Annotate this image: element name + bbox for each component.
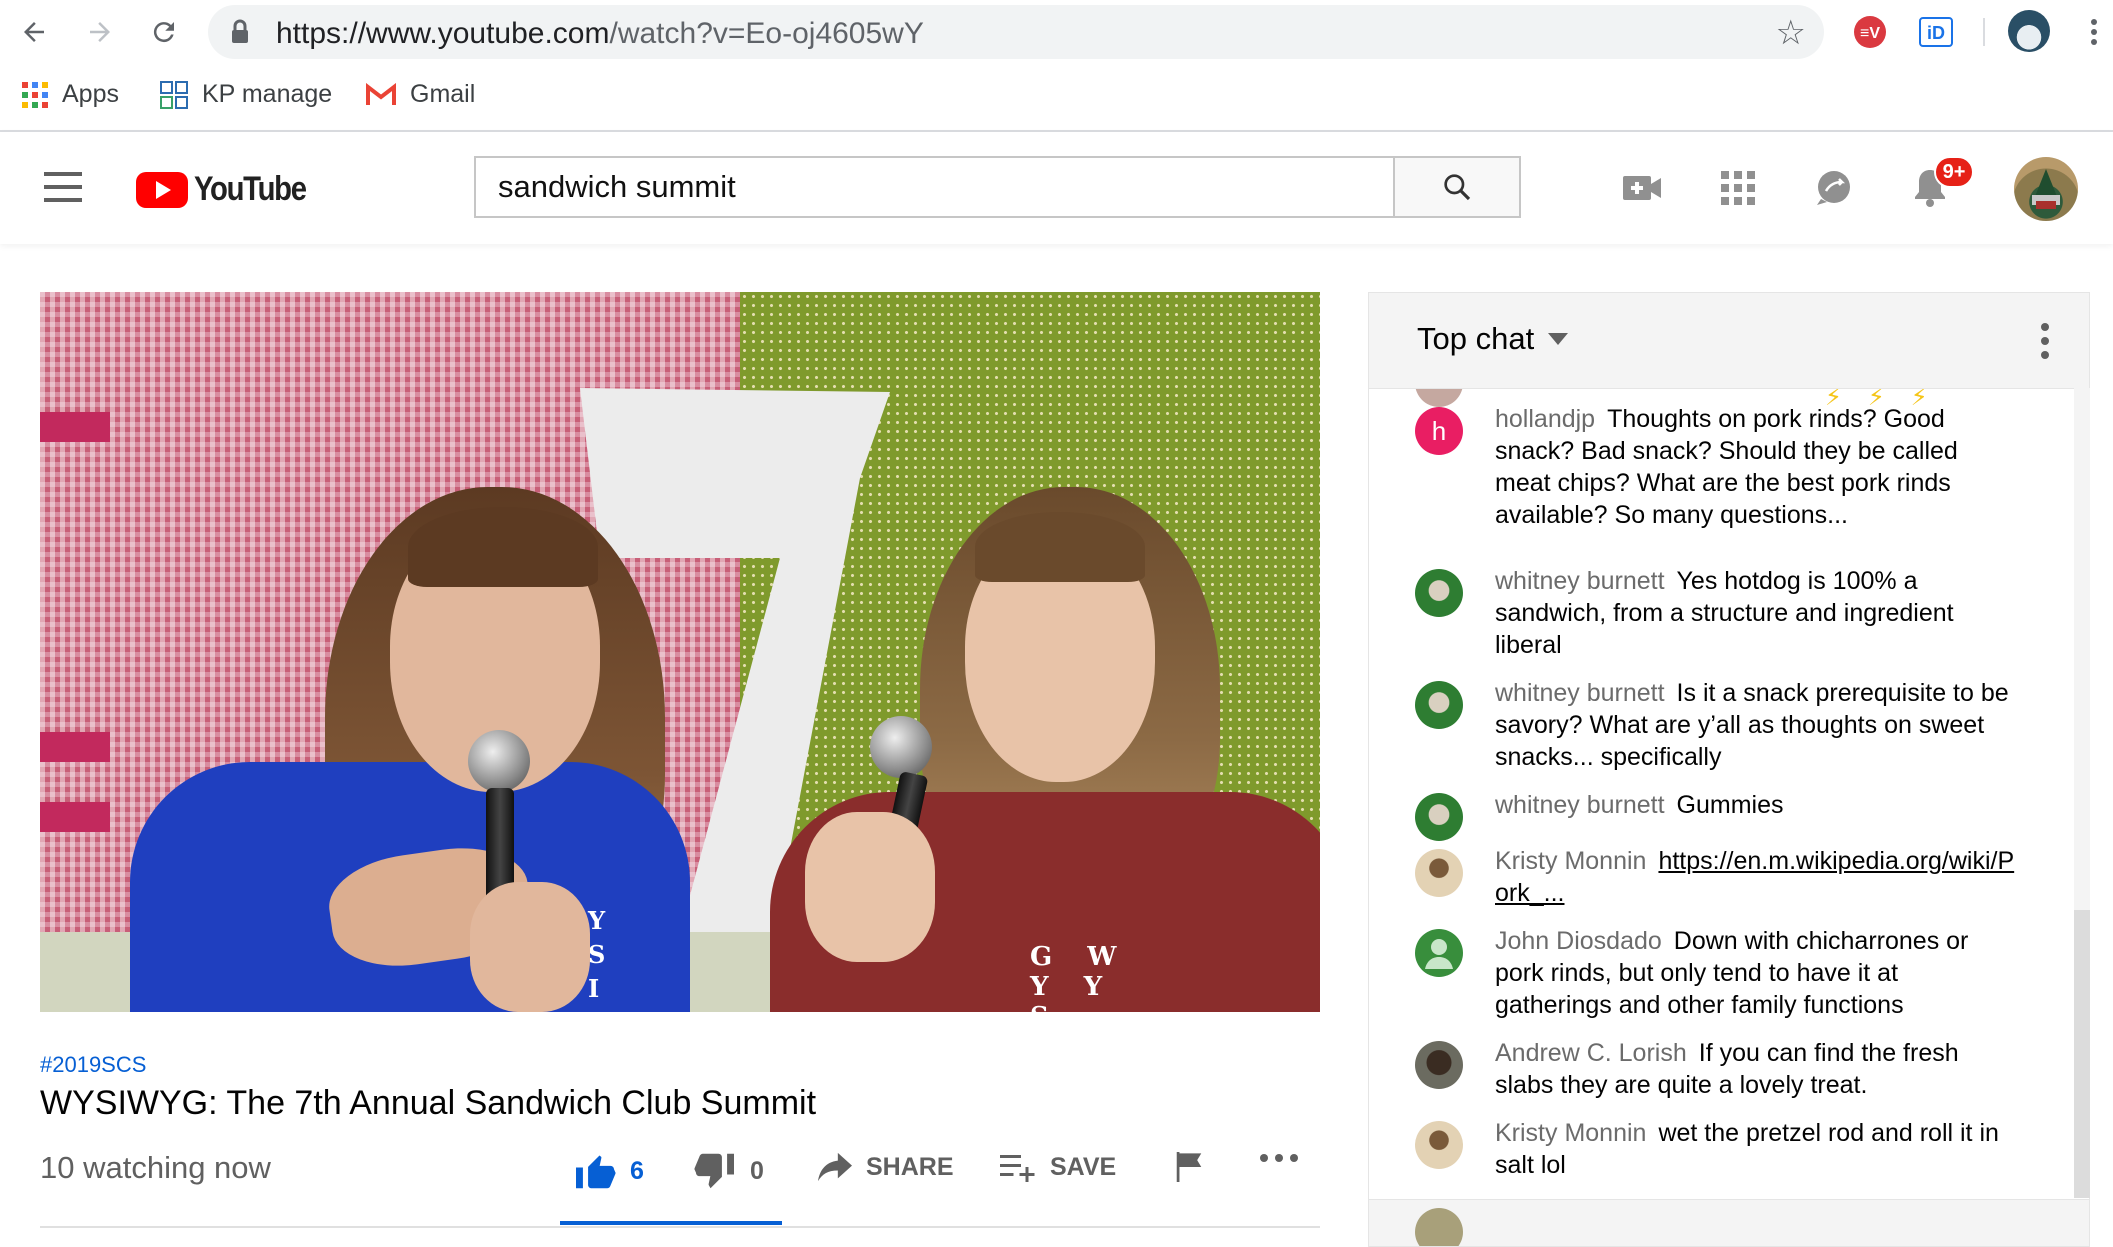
youtube-logo[interactable]: YouTube [136,170,324,209]
apps-icon[interactable] [1716,166,1760,210]
more-actions-button[interactable] [1258,1152,1300,1164]
chat-mode-dropdown[interactable]: Top chat [1417,321,1569,357]
guide-menu-icon[interactable] [44,172,82,202]
youtube-play-icon [136,171,188,208]
chat-author[interactable]: Andrew C. Lorish [1495,1039,1687,1067]
bookmark-label: KP manage [202,80,333,108]
notification-count-badge: 9+ [1934,156,1974,188]
logo-wordmark: YouTube [194,170,307,208]
chevron-down-icon [1548,333,1569,345]
more-horizontal-icon [1260,1154,1298,1162]
chat-mode-label: Top chat [1417,321,1535,356]
bookmark-label: Apps [62,80,119,108]
like-button[interactable]: 6 [574,1152,644,1190]
browser-menu-icon[interactable] [2076,14,2112,50]
youtube-masthead: YouTube [0,132,2113,244]
dislike-count: 0 [750,1156,764,1185]
account-avatar[interactable] [2014,157,2078,221]
chat-avatar [1415,849,1463,897]
express-vpn-extension-icon[interactable]: ≡V [1852,14,1888,50]
video-hashtag[interactable]: #2019SCS [40,1052,146,1078]
tape-strip [40,412,110,442]
bookmarks-bar: Apps KP manage Gmail [0,64,2113,132]
browser-toolbar: https://www.youtube.com/watch?v=Eo-oj460… [0,0,2113,64]
like-sentiment-bar [560,1221,782,1225]
profile-avatar[interactable] [2008,10,2050,52]
address-bar[interactable]: https://www.youtube.com/watch?v=Eo-oj460… [208,5,1824,59]
thumbs-down-icon [694,1153,734,1189]
forward-arrow-icon[interactable] [80,12,120,52]
search-icon [1444,174,1471,201]
chat-avatar [1415,1041,1463,1089]
chat-author[interactable]: Kristy Monnin [1495,847,1646,875]
create-video-icon[interactable] [1620,166,1664,210]
chat-messages-list[interactable]: ⚡⚡⚡ h hollandjp Thoughts on pork rinds? G… [1369,389,2075,1199]
chat-avatar [1415,1208,1463,1246]
report-button[interactable] [1176,1152,1202,1182]
chat-avatar [1415,793,1463,841]
video-title: WYSIWYG: The 7th Annual Sandwich Club Su… [40,1084,817,1122]
lock-icon [230,19,250,50]
chat-avatar [1415,389,1463,407]
flag-icon [1176,1152,1202,1182]
search-field[interactable] [474,156,1394,218]
default-user-icon [1425,939,1453,969]
chat-scrollbar-thumb[interactable] [2074,910,2090,1198]
save-label: SAVE [1050,1152,1117,1181]
back-arrow-icon[interactable] [14,12,54,52]
apps-grid-icon [22,81,48,108]
live-chat-panel: Top chat ⚡⚡⚡ h hollandjp Thoughts on pork… [1368,292,2090,1247]
add-to-playlist-icon [1000,1155,1035,1182]
chat-author[interactable]: John Diosdado [1495,927,1662,955]
bookmark-kp-manage[interactable]: KP manage [160,80,332,109]
chat-text: Gummies [1676,791,1784,819]
share-label: SHARE [866,1152,954,1181]
chat-avatar [1415,681,1463,729]
search-button[interactable] [1393,156,1521,218]
reload-icon[interactable] [144,12,184,52]
messages-icon[interactable] [1812,166,1856,210]
section-divider [40,1226,1320,1228]
bookmark-label: Gmail [410,80,476,108]
chat-author[interactable]: Kristy Monnin [1495,1119,1646,1147]
tape-strip [40,732,110,762]
bookmark-gmail[interactable]: Gmail [366,80,475,109]
shirt-lettering: Y S I [588,906,612,1003]
chat-header: Top chat [1369,293,2089,389]
svg-text:≡V: ≡V [1860,25,1880,42]
thumbs-up-icon [576,1155,616,1189]
gmail-icon [366,82,396,105]
chat-author[interactable]: whitney burnett [1495,791,1665,819]
id-extension-icon[interactable]: iD [1918,14,1954,50]
like-count: 6 [630,1156,644,1185]
chat-author[interactable]: hollandjp [1495,405,1595,433]
share-arrow-icon [818,1152,852,1182]
chat-avatar [1415,929,1463,977]
search-input[interactable] [476,158,1394,216]
shirt-lettering: G W Y Y S [1030,942,1123,1012]
chat-avatar [1415,1121,1463,1169]
chat-avatar [1415,569,1463,617]
chat-input-area [1369,1199,2089,1246]
video-player[interactable]: Y S I G W Y Y S [40,292,1320,1012]
chat-author[interactable]: whitney burnett [1495,679,1665,707]
chat-more-options-icon[interactable] [2041,323,2049,359]
url-text: https://www.youtube.com/watch?v=Eo-oj460… [276,17,924,50]
bookmark-apps[interactable]: Apps [22,80,119,109]
toolbar-separator [1983,18,1985,46]
chat-author[interactable]: whitney burnett [1495,567,1665,595]
svg-text:iD: iD [1927,23,1945,43]
tape-strip [40,802,110,832]
kp-manage-icon [160,80,188,109]
chat-avatar: h [1415,407,1463,455]
bookmark-star-icon[interactable]: ☆ [1776,13,1806,53]
watching-count: 10 watching now [40,1150,271,1185]
share-button[interactable]: SHARE [818,1152,954,1182]
dislike-button[interactable]: 0 [694,1152,764,1190]
save-button[interactable]: SAVE [1000,1152,1116,1182]
